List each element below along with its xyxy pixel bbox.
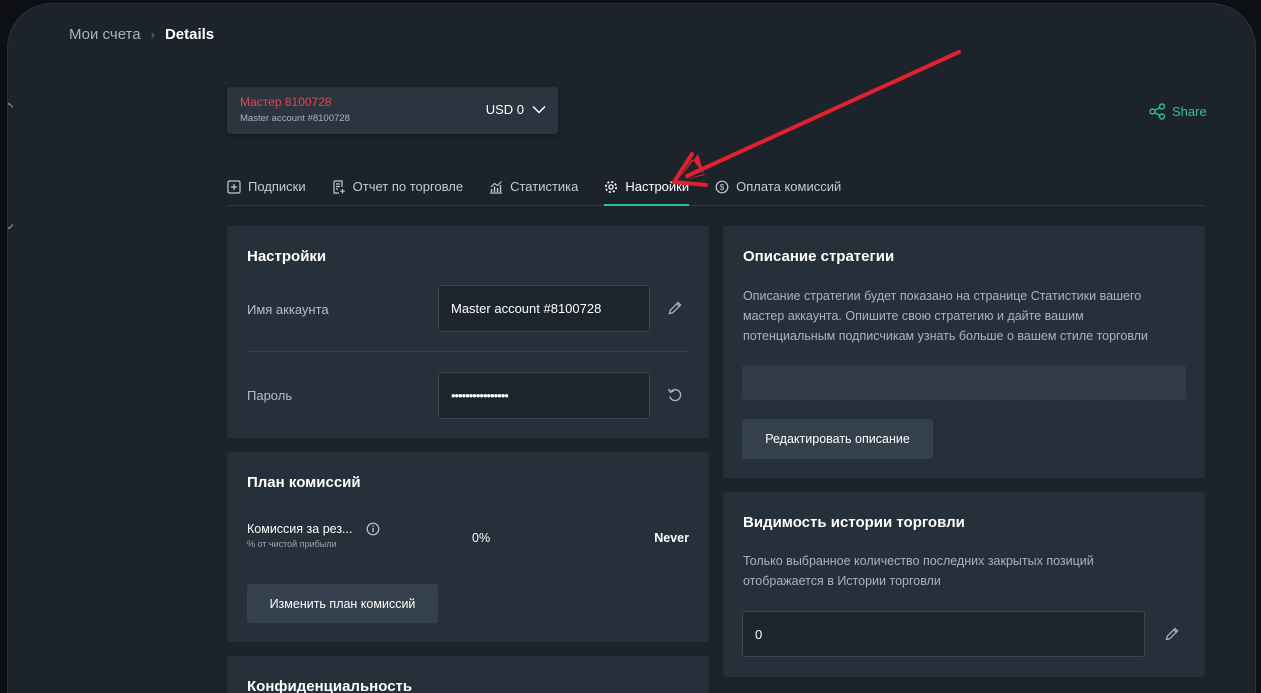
commission-row-period: Never: [654, 531, 689, 545]
strategy-description-field[interactable]: [742, 365, 1186, 400]
tab-commission-payment[interactable]: $ Оплата комиссий: [715, 174, 841, 205]
breadcrumb: Мои счета › Details: [69, 26, 214, 43]
account-name-label: Имя аккаунта: [247, 302, 329, 317]
breadcrumb-current: Details: [164, 26, 215, 43]
trading-history-visibility-card: Видимость истории торговли Только выбран…: [723, 492, 1205, 677]
password-label: Пароль: [247, 388, 293, 403]
gear-icon: [605, 180, 618, 193]
password-field[interactable]: ••••••••••••••••: [438, 372, 650, 419]
tab-statistics-label: Статистика: [510, 179, 579, 194]
share-icon: [1149, 103, 1166, 120]
trading-history-title: Видимость истории торговли: [743, 514, 965, 531]
report-icon: [333, 179, 345, 194]
strategy-description-card: Описание стратегии Описание стратегии бу…: [723, 226, 1205, 478]
commission-row-sublabel: % от чистой прибыли: [247, 539, 337, 549]
commission-row-label: Комиссия за рез...: [247, 522, 353, 536]
tab-subscriptions[interactable]: Подписки: [227, 174, 306, 205]
chevron-down-icon: [532, 105, 546, 114]
change-commission-plan-button[interactable]: Изменить план комиссий: [247, 584, 438, 623]
info-icon[interactable]: [366, 522, 380, 536]
account-balance-value: USD 0: [485, 102, 524, 117]
share-label: Share: [1172, 104, 1207, 119]
strategy-description-line-2: мастер аккаунта. Опишите свою стратегию …: [743, 309, 1084, 323]
collapse-marker-icon[interactable]: [8, 102, 14, 112]
tab-bar: Подписки Отчет по торговле Статистика На…: [227, 174, 1205, 206]
edit-description-button[interactable]: Редактировать описание: [742, 419, 933, 459]
trading-history-description-line-2: отображается в Истории торговли: [743, 574, 941, 588]
settings-title: Настройки: [247, 248, 327, 265]
commission-plan-title: План комиссий: [247, 474, 361, 491]
app-window: Мои счета › Details Мастер 8100728 Maste…: [8, 4, 1255, 693]
svg-text:$: $: [720, 183, 725, 192]
tab-trading-report[interactable]: Отчет по торговле: [332, 174, 463, 205]
edit-pencil-icon[interactable]: [1163, 625, 1181, 643]
commission-row-value: 0%: [472, 531, 491, 545]
account-balance: USD 0: [486, 102, 546, 117]
tab-settings-label: Настройки: [625, 179, 690, 194]
dollar-circle-icon: $: [715, 180, 729, 193]
commission-plan-card: План комиссий Комиссия за рез... % от чи…: [227, 452, 709, 642]
strategy-description-line-3: потенциальным подписчикам узнать больше …: [743, 329, 1148, 343]
strategy-description-line-1: Описание стратегии будет показано на стр…: [743, 289, 1142, 303]
privacy-card: Конфиденциальность: [227, 656, 709, 693]
breadcrumb-separator-icon: ›: [150, 27, 155, 42]
trading-history-count-field[interactable]: 0: [742, 611, 1145, 657]
plus-square-icon: [227, 179, 241, 194]
privacy-title: Конфиденциальность: [247, 678, 413, 693]
check-marker-icon: [8, 220, 14, 230]
edit-pencil-icon[interactable]: [666, 299, 684, 317]
tab-settings[interactable]: Настройки: [604, 174, 690, 206]
settings-divider: [247, 351, 689, 352]
account-selector[interactable]: Мастер 8100728 Master account #8100728 U…: [227, 87, 558, 134]
chart-icon: [490, 180, 503, 194]
breadcrumb-my-accounts-link[interactable]: Мои счета: [69, 26, 141, 43]
settings-card: Настройки Имя аккаунта Master account #8…: [227, 226, 709, 438]
account-name-field[interactable]: Master account #8100728: [438, 285, 650, 332]
trading-history-description-line-1: Только выбранное количество последних за…: [743, 554, 1094, 568]
tab-subscriptions-label: Подписки: [248, 179, 306, 194]
share-button[interactable]: Share: [1149, 103, 1207, 120]
strategy-title: Описание стратегии: [743, 248, 895, 265]
tab-statistics[interactable]: Статистика: [489, 174, 578, 205]
tab-trading-report-label: Отчет по торговле: [352, 179, 464, 194]
reset-password-icon[interactable]: [666, 386, 684, 404]
tab-commission-payment-label: Оплата комиссий: [736, 179, 842, 194]
